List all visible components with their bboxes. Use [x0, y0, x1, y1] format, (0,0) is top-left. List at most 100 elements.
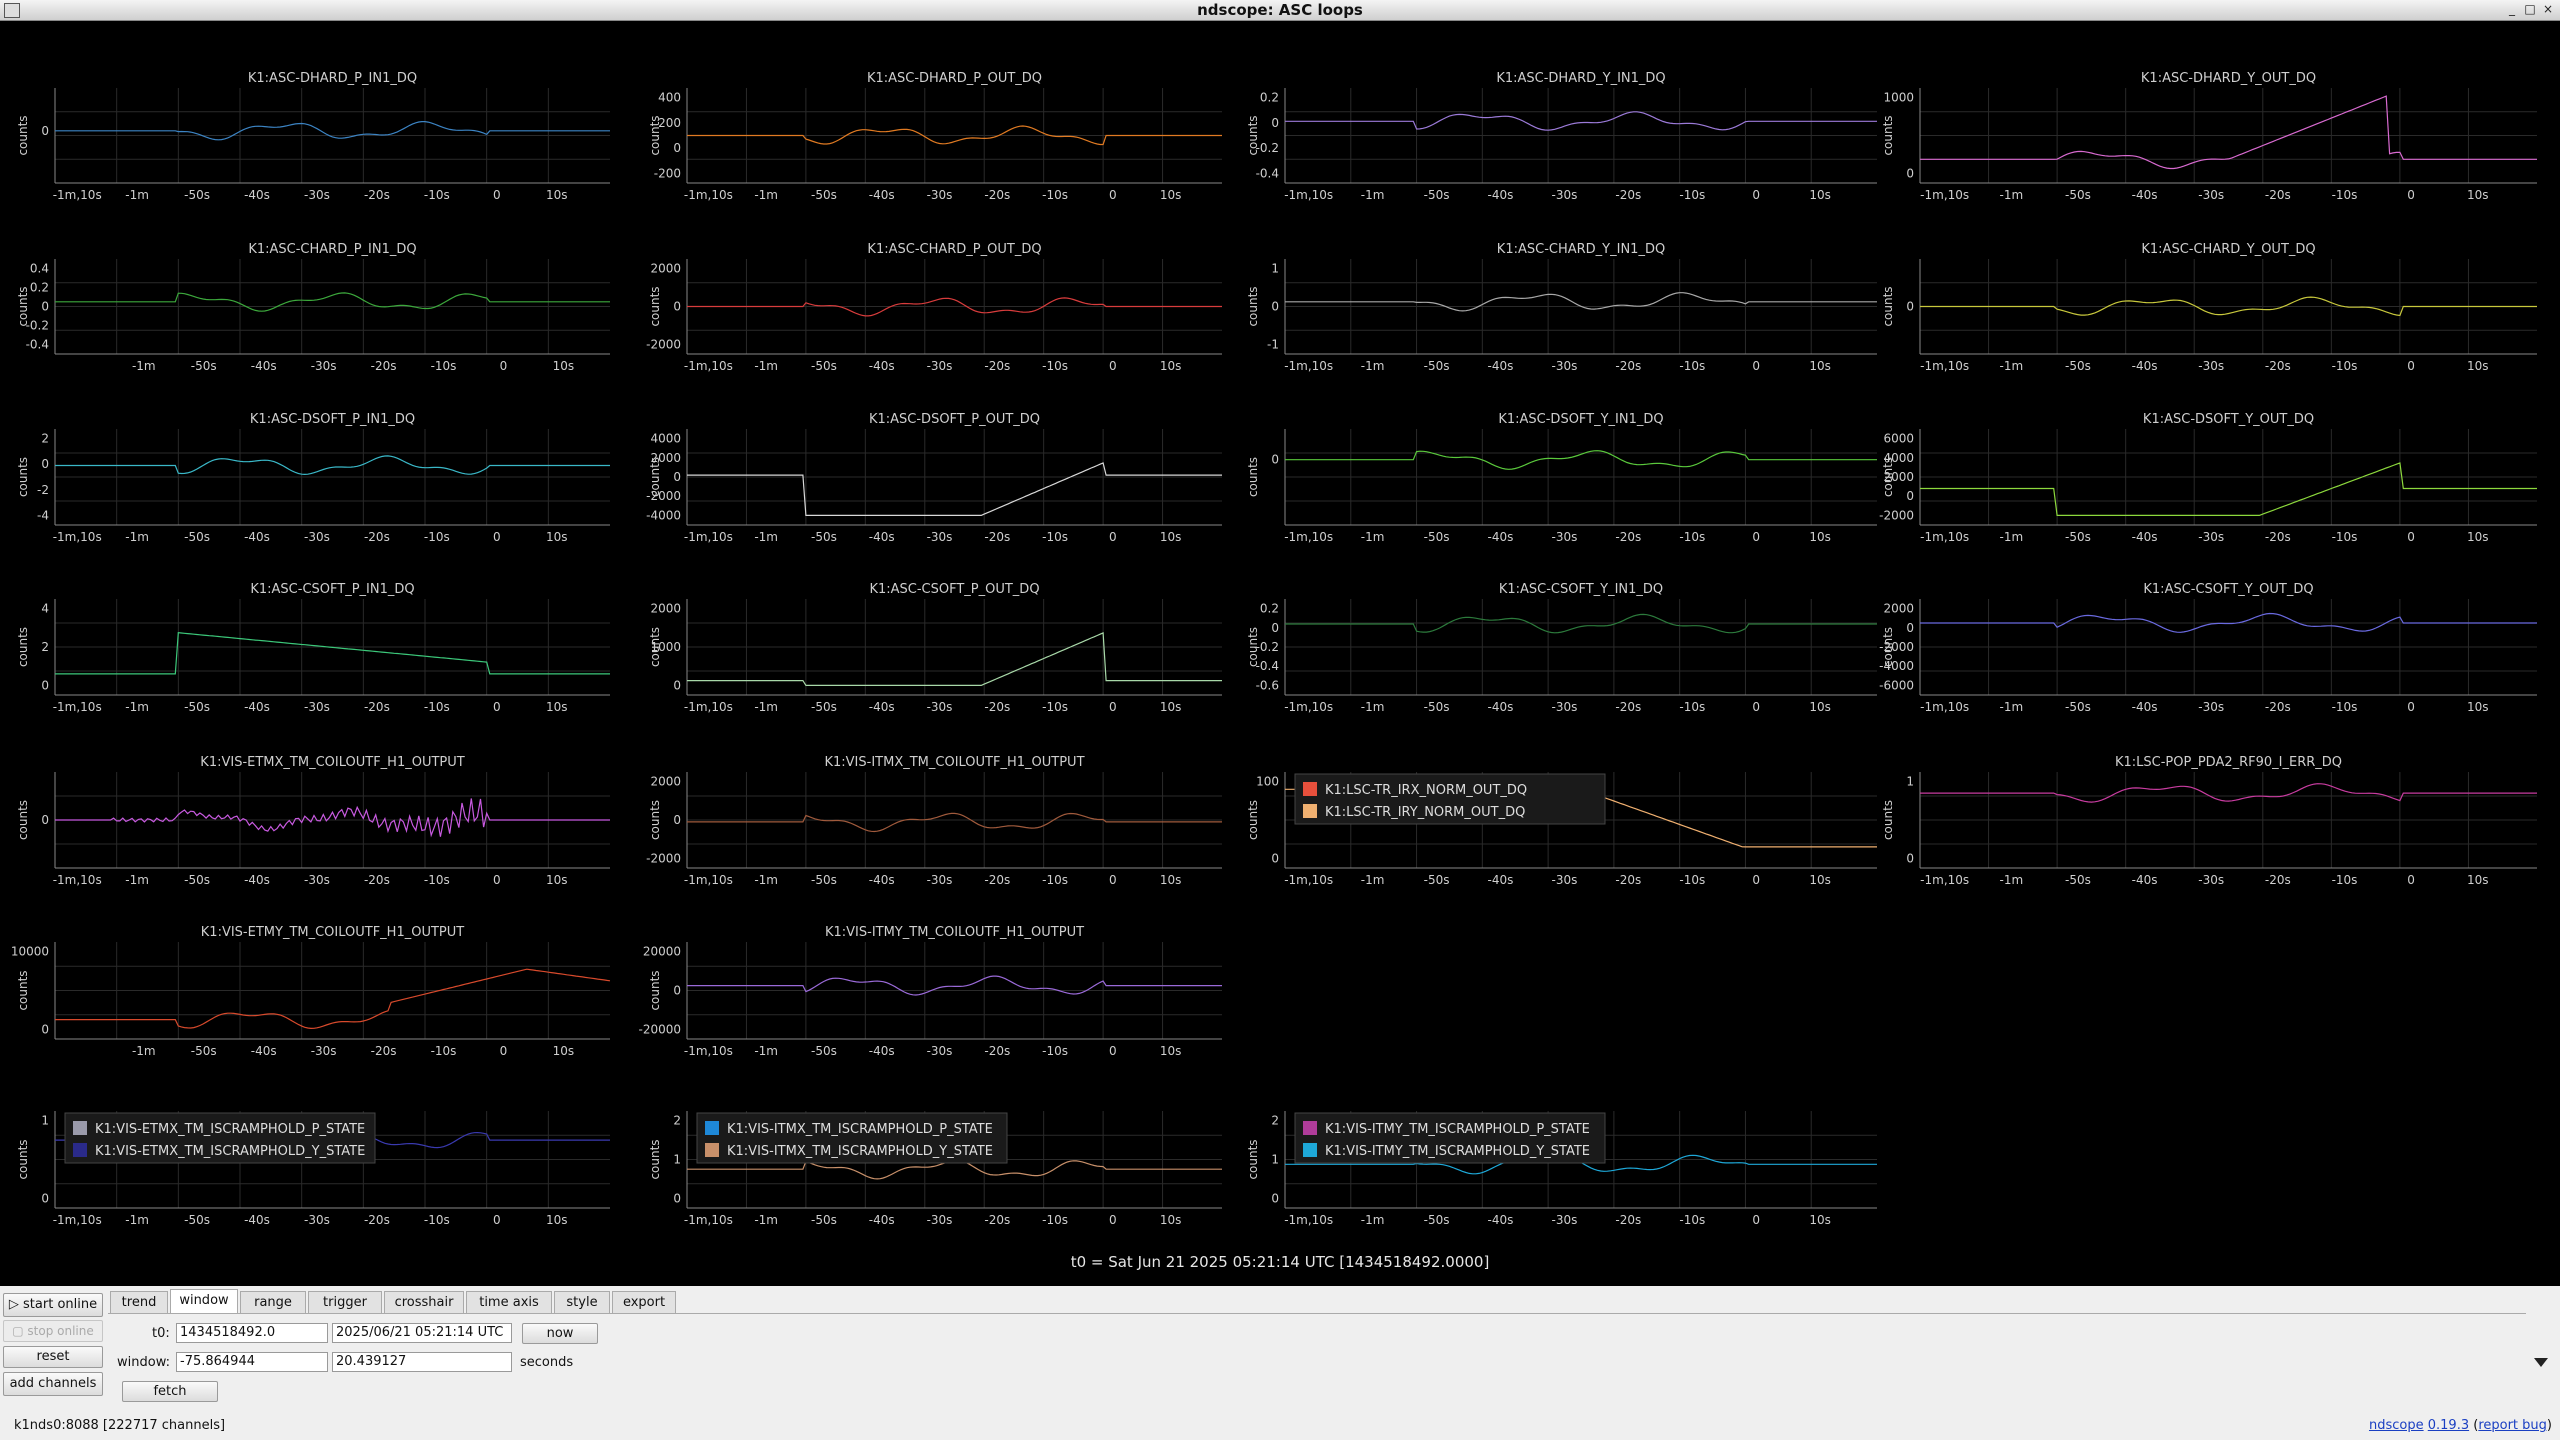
- window-end-input[interactable]: 20.439127: [332, 1352, 512, 1372]
- plot-panel[interactable]: K1:ASC-CHARD_P_IN1_DQcounts0.40.20-0.2-0…: [16, 242, 610, 373]
- reset-button[interactable]: reset: [3, 1346, 103, 1368]
- now-button[interactable]: now: [522, 1323, 598, 1344]
- tab-style[interactable]: style: [554, 1291, 610, 1313]
- x-tick-label: 10s: [2467, 188, 2489, 202]
- start-online-button[interactable]: ▷ start online: [3, 1293, 103, 1317]
- plot-panel[interactable]: K1:VIS-ITMX_TM_COILOUTF_H1_OUTPUTcounts 2…: [646, 755, 1222, 887]
- plot-title: K1:VIS-ETMY_TM_COILOUTF_H1_OUTPUT: [201, 925, 464, 940]
- t0-gps-input[interactable]: 1434518492.0: [176, 1323, 328, 1343]
- x-tick-label: 10s: [1160, 873, 1182, 887]
- legend-entry: K1:VIS-ETMX_TM_ISCRAMPHOLD_Y_STATE: [95, 1144, 365, 1159]
- plot-panel[interactable]: K1:ASC-DSOFT_P_IN1_DQcounts 2 0 -2 -4 -1m,10s…: [16, 412, 610, 544]
- y-tick-label: 2: [41, 432, 49, 446]
- y-axis-label: counts: [16, 1139, 30, 1179]
- x-tick-label: -30s: [927, 873, 953, 887]
- close-icon[interactable]: ×: [2540, 2, 2556, 17]
- plot-panel[interactable]: K1:ASC-CSOFT_Y_OUT_DQcounts20000-2000-40…: [1879, 582, 2537, 714]
- tab-trigger[interactable]: trigger: [308, 1291, 382, 1313]
- plot-panel[interactable]: K1:ASC-DSOFT_Y_IN1_DQcounts 0 -1m,10s -1m -5…: [1246, 412, 1877, 544]
- x-tick-label: -10s: [1042, 700, 1068, 714]
- stop-online-button[interactable]: ▢ stop online: [3, 1320, 103, 1342]
- tab-window[interactable]: window: [170, 1289, 238, 1314]
- window-start-input[interactable]: -75.864944: [176, 1352, 328, 1372]
- y-tick-label: 4000: [650, 432, 681, 446]
- plot-panel[interactable]: counts 1 0 -1m,10s -1m -50s -40s -30s -20s -10s 0 1…: [16, 1111, 610, 1227]
- plot-panel[interactable]: counts 100 0 -1m,10s -1m -50s -40s -30s -20s -10s…: [1246, 772, 1877, 887]
- x-tick-label: -1m: [1361, 359, 1385, 373]
- plot-panel[interactable]: K1:ASC-CHARD_P_OUT_DQcounts20000-2000-1m…: [646, 242, 1222, 373]
- plot-panel[interactable]: K1:ASC-DSOFT_Y_OUT_DQcounts6000400020000…: [1879, 412, 2537, 544]
- x-tick-label: -10s: [2332, 530, 2358, 544]
- y-tick-label: 0: [673, 678, 681, 692]
- plot-title: K1:ASC-DSOFT_P_IN1_DQ: [250, 412, 415, 427]
- x-tick-label: -40s: [244, 188, 270, 202]
- y-tick-label: -0.2: [1256, 640, 1279, 654]
- plot-legend: K1:LSC-TR_IRX_NORM_OUT_DQ K1:LSC-TR_IRY_N…: [1294, 773, 1606, 825]
- x-tick-label: 10s: [553, 359, 575, 373]
- x-tick-label: 0: [1109, 700, 1117, 714]
- x-tick-label: -40s: [1488, 700, 1514, 714]
- x-tick-label: -50s: [811, 359, 837, 373]
- plot-panel[interactable]: K1:ASC-DSOFT_P_OUT_DQcounts400020000-200…: [646, 412, 1222, 544]
- y-tick-label: 1: [1271, 262, 1279, 276]
- plot-panel[interactable]: counts210-1m,10s -1m -50s -40s -30s -20s -10s 0…: [1246, 1111, 1877, 1227]
- y-tick-label: -0.4: [1256, 167, 1279, 181]
- plot-title: K1:ASC-DHARD_Y_OUT_DQ: [2141, 71, 2316, 86]
- plot-area[interactable]: K1:ASC-DHARD_P_IN1_DQ counts 0 -1m,10s -1m -5…: [0, 21, 2560, 1286]
- x-tick-label: -1m: [754, 873, 778, 887]
- plot-panel[interactable]: K1:ASC-DHARD_P_OUT_DQcounts4002000-200-1…: [648, 71, 1222, 202]
- plot-panel[interactable]: K1:ASC-DHARD_P_IN1_DQcounts 0 -1m,10s -1m -5…: [16, 71, 610, 202]
- fetch-button[interactable]: fetch: [122, 1381, 218, 1402]
- expand-arrow-icon[interactable]: [2534, 1358, 2548, 1367]
- plot-panel[interactable]: K1:ASC-CSOFT_Y_IN1_DQcounts0.20-0.2-0.4-…: [1246, 582, 1877, 714]
- plot-panel[interactable]: K1:VIS-ITMY_TM_COILOUTF_H1_OUTPUTcounts 2…: [638, 925, 1222, 1058]
- x-tick-label: -1m,10s: [1284, 873, 1333, 887]
- x-tick-label: -30s: [927, 1044, 953, 1058]
- ndscope-link[interactable]: ndscope: [2369, 1418, 2424, 1433]
- y-tick-label: 0: [41, 678, 49, 692]
- y-tick-label: 0: [1906, 167, 1914, 181]
- x-tick-label: -50s: [191, 1044, 217, 1058]
- plot-panel[interactable]: K1:VIS-ETMX_TM_COILOUTF_H1_OUTPUTcounts 0…: [16, 755, 610, 887]
- plot-panel[interactable]: K1:ASC-CHARD_Y_OUT_DQcounts 0 -1m,10s -1m -5…: [1881, 242, 2537, 373]
- y-tick-label: 0.2: [1260, 602, 1279, 616]
- plot-panel[interactable]: K1:VIS-ETMY_TM_COILOUTF_H1_OUTPUTcounts 1…: [11, 925, 611, 1058]
- y-axis-label: counts: [648, 1139, 662, 1179]
- tab-trend[interactable]: trend: [110, 1291, 168, 1313]
- tab-crosshair[interactable]: crosshair: [384, 1291, 464, 1313]
- x-tick-label: -20s: [371, 359, 397, 373]
- y-tick-label: -0.2: [1256, 141, 1279, 155]
- x-tick-label: -50s: [811, 1044, 837, 1058]
- x-tick-label: -1m,10s: [53, 700, 102, 714]
- y-tick-label: 0: [1271, 116, 1279, 130]
- maximize-icon[interactable]: □: [2522, 2, 2538, 17]
- plot-panel[interactable]: K1:ASC-CHARD_Y_IN1_DQcounts 1 0 -1 -1m,10s -1…: [1246, 242, 1877, 373]
- x-tick-label: -30s: [1551, 700, 1577, 714]
- report-bug-link[interactable]: report bug: [2478, 1418, 2547, 1433]
- version-link[interactable]: 0.19.3: [2428, 1418, 2469, 1433]
- plot-panel[interactable]: K1:ASC-DHARD_Y_OUT_DQcounts 1000 0 -1m,10s -…: [1881, 71, 2537, 202]
- tab-time-axis[interactable]: time axis: [466, 1291, 552, 1313]
- x-tick-label: 0: [1752, 873, 1760, 887]
- t0-utc-input[interactable]: 2025/06/21 05:21:14 UTC: [332, 1323, 512, 1343]
- x-tick-label: -40s: [2132, 188, 2158, 202]
- plot-panel[interactable]: K1:ASC-DHARD_Y_IN1_DQcounts0.20-0.2-0.4-…: [1246, 71, 1877, 202]
- plot-panel[interactable]: K1:ASC-CSOFT_P_OUT_DQcounts200010000-1m,…: [648, 582, 1222, 714]
- y-tick-label: -4: [37, 508, 49, 522]
- x-tick-label: -1m: [132, 1044, 156, 1058]
- x-tick-label: -40s: [869, 1044, 895, 1058]
- x-tick-label: -1m,10s: [1920, 873, 1969, 887]
- tab-range[interactable]: range: [240, 1291, 306, 1313]
- y-tick-label: -4000: [646, 508, 681, 522]
- plot-panel[interactable]: K1:ASC-CSOFT_P_IN1_DQcounts 4 2 0 -1m,10s -1m…: [16, 582, 610, 714]
- plot-panel[interactable]: counts210-1m,10s -1m -50s -40s -30s -20s -10s 0…: [648, 1111, 1222, 1227]
- x-tick-label: 0: [493, 873, 501, 887]
- x-tick-label: 10s: [546, 188, 568, 202]
- plot-panel[interactable]: K1:LSC-POP_PDA2_RF90_I_ERR_DQcounts 1 0 -1m…: [1881, 755, 2537, 887]
- add-channels-button[interactable]: add channels: [3, 1372, 103, 1396]
- tab-export[interactable]: export: [612, 1291, 676, 1313]
- minimize-icon[interactable]: _: [2504, 2, 2520, 17]
- plot-title: K1:ASC-CHARD_Y_OUT_DQ: [2141, 242, 2315, 257]
- x-tick-label: -1m,10s: [1284, 188, 1333, 202]
- plots-canvas[interactable]: K1:ASC-DHARD_P_IN1_DQcounts 0-1m,10s -1m -5…: [0, 21, 2560, 1286]
